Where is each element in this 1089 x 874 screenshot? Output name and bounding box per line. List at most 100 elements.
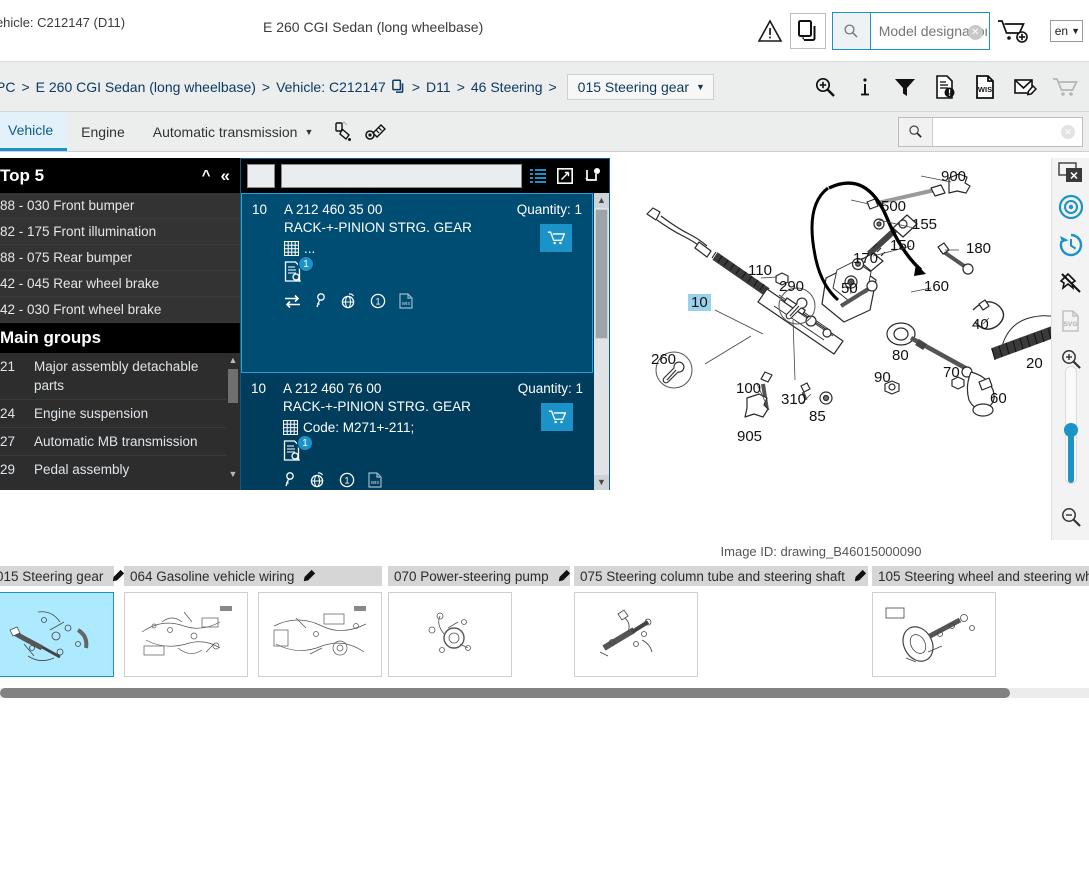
parts-filter-box[interactable] (247, 164, 275, 188)
breadcrumb-item-3[interactable]: D11 (426, 79, 451, 95)
scroll-down-icon[interactable]: ▼ (226, 467, 240, 481)
scroll-thumb[interactable] (0, 688, 1010, 698)
edit-icon[interactable] (557, 569, 571, 583)
callout-290[interactable]: 290 (779, 278, 804, 295)
thumbnail-item[interactable] (258, 592, 382, 677)
breadcrumb-current-dropdown[interactable]: 015 Steering gear ▼ (566, 73, 714, 100)
zoom-out-icon[interactable] (1052, 498, 1089, 536)
thumb-group-header[interactable]: 064 Gasoline vehicle wiring (124, 566, 382, 586)
scroll-thumb[interactable] (228, 369, 238, 403)
info-circle-icon[interactable]: 1 (339, 472, 355, 488)
part-search-input[interactable] (933, 117, 1061, 146)
target-icon[interactable] (1052, 188, 1089, 226)
part-search-box[interactable]: ✕ (898, 116, 1083, 147)
copy-icon[interactable] (581, 164, 603, 188)
callout-905[interactable]: 905 (737, 428, 762, 445)
part-search-clear-icon[interactable]: ✕ (1061, 124, 1075, 139)
thumb-group-header[interactable]: 015 Steering gear (0, 566, 125, 586)
callout-500[interactable]: 500 (881, 198, 906, 215)
unpin-icon[interactable] (1052, 264, 1089, 302)
thumbnail-item[interactable] (872, 592, 996, 677)
top5-item-3[interactable]: 42 - 045 Rear wheel brake (0, 271, 240, 297)
callout-10-highlighted[interactable]: 10 (688, 294, 711, 311)
tab-vehicle[interactable]: Vehicle (0, 112, 68, 151)
zoom-in-icon[interactable] (807, 70, 843, 104)
main-group-item-29[interactable]: 29 Pedal assembly (0, 456, 240, 481)
wis-document-icon[interactable]: WIS (967, 70, 1003, 104)
callout-155[interactable]: 155 (912, 216, 937, 233)
callout-100[interactable]: 100 (736, 380, 761, 397)
callout-50[interactable]: 50 (841, 280, 858, 297)
parts-list-scrollbar[interactable]: ▲ ▼ (594, 193, 609, 490)
edit-icon[interactable] (302, 569, 316, 583)
filter-funnel-icon[interactable] (887, 70, 923, 104)
tab-engine[interactable]: Engine (67, 112, 139, 151)
scroll-up-icon[interactable]: ▲ (226, 353, 240, 367)
thumbnail-strip[interactable]: 015 Steering gear 064 Gasoline vehicle w… (0, 566, 1089, 684)
model-search-icon[interactable] (832, 13, 871, 49)
main-group-item-24[interactable]: 24 Engine suspension (0, 400, 240, 428)
zoom-slider-knob[interactable] (1064, 423, 1078, 437)
callout-85[interactable]: 85 (809, 408, 826, 425)
model-search-clear-icon[interactable]: ✕ (967, 25, 983, 40)
zoom-slider[interactable] (1064, 366, 1078, 484)
breadcrumb-item-0[interactable]: PC (0, 79, 15, 95)
table-row[interactable]: 10 A 212 460 76 00 Quantity: 1 RACK-+-PI… (241, 373, 593, 490)
callout-20[interactable]: 20 (1026, 355, 1043, 372)
callout-160[interactable]: 160 (924, 278, 949, 295)
wis-icon[interactable]: WIS (368, 472, 382, 488)
grid-table-icon[interactable] (284, 241, 299, 256)
copy-pages-icon[interactable] (789, 13, 826, 49)
key-icon[interactable] (283, 472, 296, 488)
search-icon[interactable] (899, 117, 933, 146)
expand-icon[interactable] (554, 164, 576, 188)
callout-310[interactable]: 310 (781, 391, 806, 408)
chevron-up-icon[interactable]: ^ (202, 167, 211, 184)
top5-item-0[interactable]: 88 - 030 Front bumper (0, 193, 240, 219)
add-to-cart-icon[interactable] (541, 403, 573, 431)
main-group-item-27[interactable]: 27 Automatic MB transmission (0, 428, 240, 456)
add-to-cart-icon[interactable] (540, 224, 572, 252)
thumbnail-item[interactable] (574, 592, 698, 677)
cart-add-icon[interactable] (990, 9, 1036, 53)
callout-260[interactable]: 260 (651, 351, 676, 368)
main-groups-scrollbar[interactable]: ▲ ▼ (226, 353, 240, 481)
exchange-icon[interactable] (284, 294, 301, 309)
double-chevron-left-icon[interactable]: « (221, 166, 230, 186)
mail-edit-icon[interactable] (1007, 70, 1043, 104)
key-icon[interactable] (314, 293, 327, 309)
warning-triangle-icon[interactable] (750, 9, 790, 53)
equipment-code-icon[interactable] (359, 114, 391, 150)
reset-history-icon[interactable] (1052, 226, 1089, 264)
thumbnail-item[interactable] (388, 592, 512, 677)
breadcrumb-copy-icon[interactable] (391, 79, 406, 94)
callout-60[interactable]: 60 (990, 390, 1007, 407)
wis-icon[interactable]: WIS (399, 293, 413, 309)
globe-restriction-icon[interactable] (340, 293, 357, 309)
parts-search-input[interactable] (281, 164, 522, 188)
callout-900[interactable]: 900 (941, 168, 966, 185)
breadcrumb-item-1[interactable]: E 260 CGI Sedan (long wheelbase) (36, 79, 256, 95)
paint-code-icon[interactable] (327, 114, 359, 150)
breadcrumb-item-4[interactable]: 46 Steering (471, 79, 543, 95)
callout-180[interactable]: 180 (966, 240, 991, 257)
tab-automatic-transmission[interactable]: Automatic transmission ▼ (139, 112, 328, 151)
horizontal-scrollbar[interactable] (0, 688, 1089, 698)
info-circle-icon[interactable]: 1 (370, 293, 386, 309)
top5-item-2[interactable]: 88 - 075 Rear bumper (0, 245, 240, 271)
breadcrumb-item-2[interactable]: Vehicle: C212147 (276, 79, 386, 95)
callout-90[interactable]: 90 (874, 369, 891, 386)
thumb-group-header[interactable]: 105 Steering wheel and steering wh (872, 566, 1089, 586)
main-group-item-21[interactable]: 21 Major assembly detachable parts (0, 353, 240, 400)
thumbnail-item[interactable] (0, 592, 114, 677)
scroll-thumb[interactable] (595, 209, 608, 339)
grid-table-icon[interactable] (283, 420, 298, 435)
callout-70[interactable]: 70 (943, 364, 960, 381)
diagram-viewer[interactable]: 900 500 155 150 180 170 110 290 50 160 1… (611, 158, 1089, 540)
callout-40[interactable]: 40 (972, 316, 989, 333)
globe-restriction-icon[interactable] (309, 472, 326, 488)
model-search-box[interactable]: ✕ (831, 12, 990, 50)
top5-item-4[interactable]: 42 - 030 Front wheel brake (0, 297, 240, 323)
edit-icon[interactable] (853, 569, 867, 583)
scroll-down-icon[interactable]: ▼ (594, 475, 609, 490)
